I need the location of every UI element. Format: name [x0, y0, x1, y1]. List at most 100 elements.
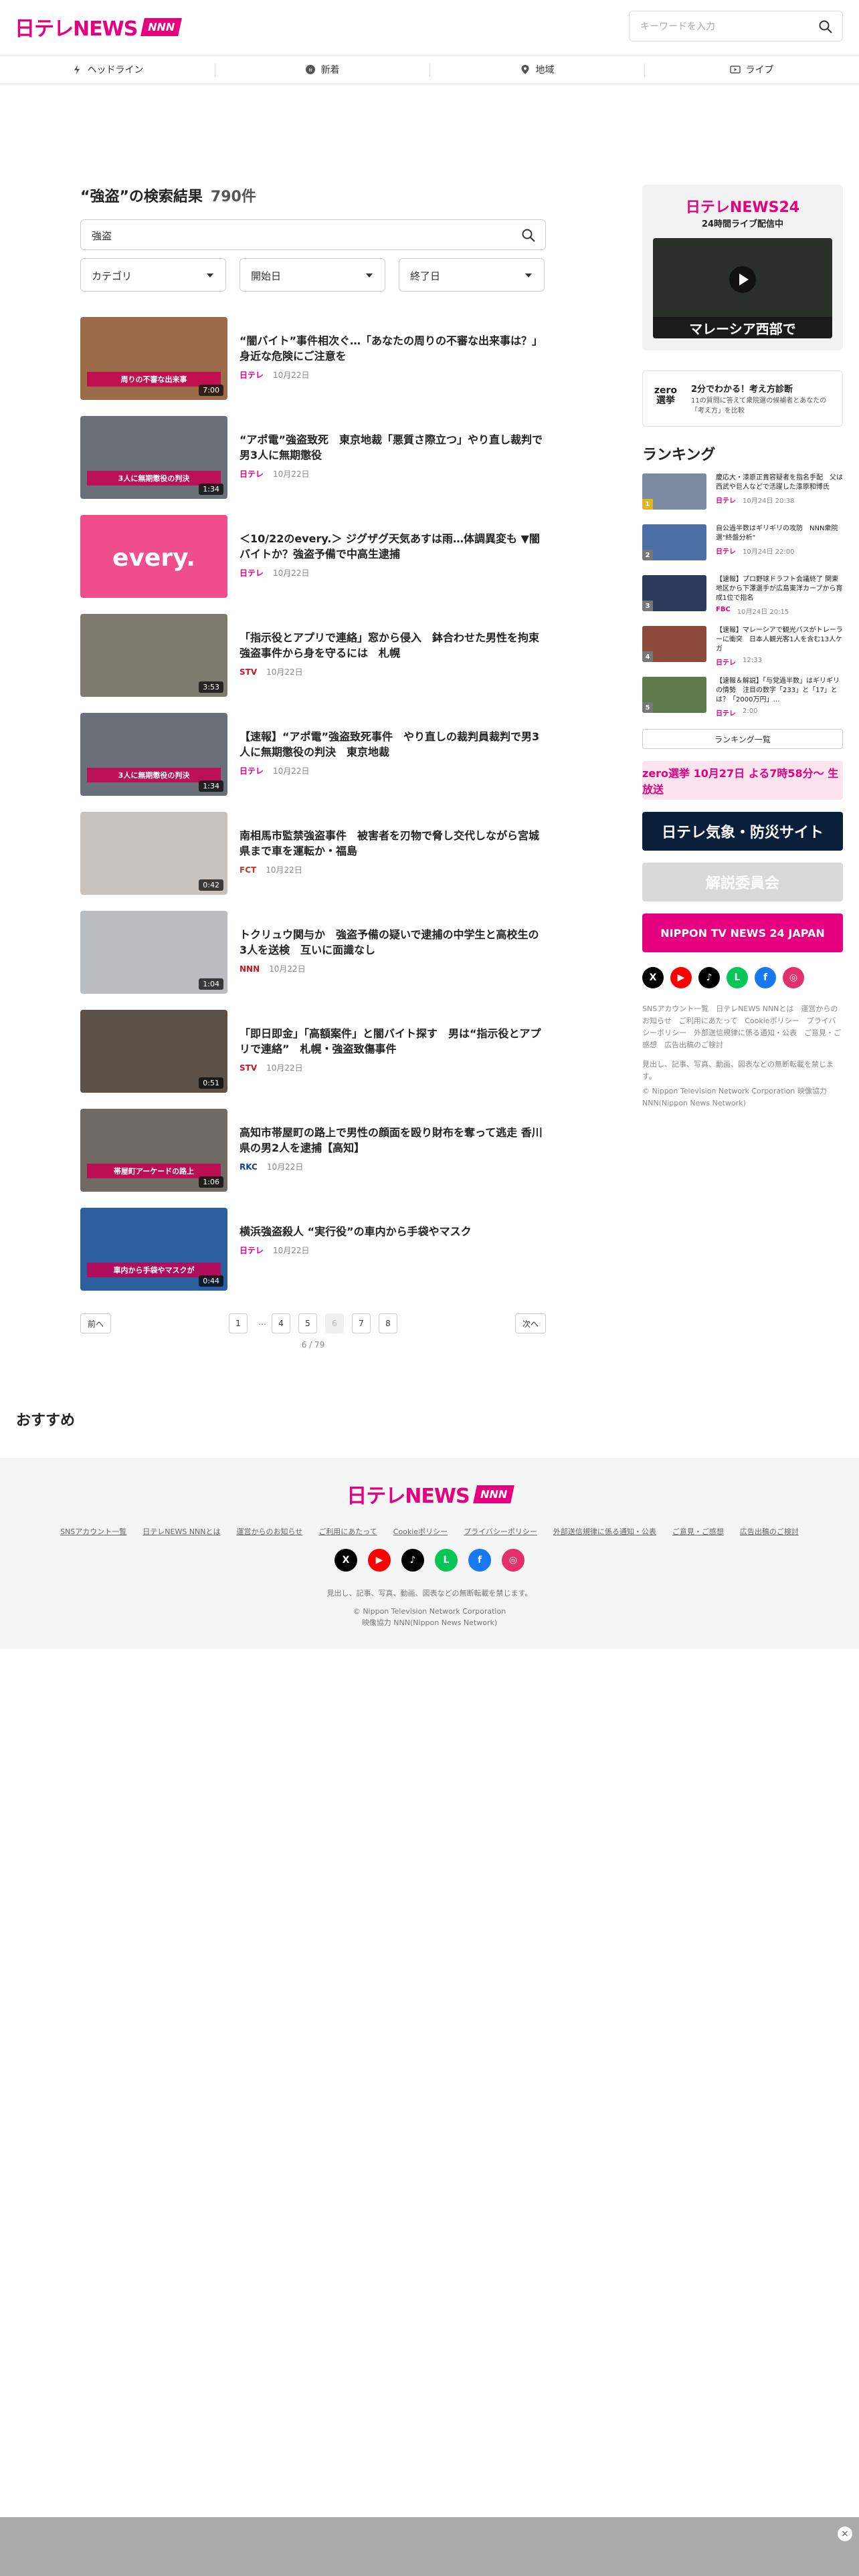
article-item[interactable]: 3:53 「指示役とアプリで連絡」窓から侵入 鉢合わせた男性を拘束 強盗事件から身… — [80, 614, 546, 713]
article-item[interactable]: 3人に無期懲役の判決 1:34 【速報】“アポ電”強盗致死事件 やり直しの裁判員裁判… — [80, 713, 546, 812]
article-thumbnail[interactable]: 周りの不審な出来事 7:00 — [80, 317, 227, 400]
article-thumbnail[interactable]: 3:53 — [80, 614, 227, 697]
article-title[interactable]: 南相馬市監禁強盗事件 被害者を刃物で脅し交代しながら宮城県まで車を運転か・福島 — [240, 828, 545, 859]
article-item[interactable]: 0:42 南相馬市監禁強盗事件 被害者を刃物で脅し交代しながら宮城県まで車を運転か… — [80, 812, 546, 911]
search-icon[interactable] — [521, 228, 536, 243]
ranking-item[interactable]: 2 自公過半数はギリギリの攻防 NNN衆院選"終盤分析" 日テレ 10月24日 22:… — [642, 524, 843, 575]
next-page-button[interactable]: 次へ — [515, 1313, 546, 1333]
live-video[interactable]: マレーシア西部で — [653, 238, 832, 338]
article-title[interactable]: トクリュウ関与か 強盗予備の疑いで逮捕の中学生と高校生の3人を送検 互いに面識な… — [240, 927, 545, 958]
article-thumbnail[interactable]: 1:04 — [80, 911, 227, 994]
end-date-select[interactable]: 終了日 — [399, 258, 545, 292]
article-title[interactable]: 「即日即金」「高額案件」と闇バイト探す 男は“指示役とアプリで連絡” 札幌・強盗… — [240, 1026, 545, 1057]
instagram-icon[interactable]: ◎ — [502, 1549, 524, 1572]
ranking-item[interactable]: 5 【速報＆解説】「与党過半数」はギリギリの情勢 注目の数字「233」と「17」と… — [642, 677, 843, 728]
nav-live[interactable]: ライブ — [644, 56, 859, 84]
footer-link[interactable]: 広告出稿のご検討 — [740, 1526, 799, 1537]
close-icon[interactable]: × — [838, 2527, 852, 2541]
sidebar-links[interactable]: SNSアカウント一覧 日テレNEWS NNNとは 運営からのお知らせ ご利用にあ… — [642, 1003, 843, 1052]
footer-link[interactable]: プライバシーポリシー — [464, 1526, 537, 1537]
page-button[interactable]: 5 — [298, 1313, 317, 1333]
article-thumbnail[interactable]: 車内から手袋やマスクが 0:44 — [80, 1208, 227, 1291]
start-date-select[interactable]: 開始日 — [240, 258, 385, 292]
footer-link[interactable]: ご意見・ご感想 — [672, 1526, 724, 1537]
article-thumbnail[interactable]: 0:42 — [80, 812, 227, 895]
article-thumbnail[interactable]: 3人に無期懲役の判決 1:34 — [80, 416, 227, 499]
category-select[interactable]: カテゴリ — [80, 258, 226, 292]
ranking-more-button[interactable]: ランキング一覧 — [642, 729, 843, 749]
line-icon[interactable]: L — [727, 967, 748, 988]
tiktok-icon[interactable]: ♪ — [698, 967, 720, 988]
nav-headline[interactable]: ヘッドライン — [0, 56, 215, 84]
article-date: 10月22日 — [273, 568, 310, 578]
footer-link[interactable]: 外部送信規律に係る通知・公表 — [553, 1526, 656, 1537]
x-icon[interactable]: X — [642, 967, 664, 988]
ranking-item[interactable]: 4 【速報】マレーシアで観光バスがトレーラーに衝突 日本人観光客1人を含む13人ケ… — [642, 626, 843, 677]
article-title[interactable]: “闇バイト”事件相次ぐ…「あなたの周りの不審な出来事は？」 身近な危険にご注意を — [240, 333, 545, 364]
footer-link[interactable]: 日テレNEWS NNNとは — [142, 1526, 220, 1537]
play-icon[interactable] — [729, 266, 756, 293]
article-thumbnail[interactable]: 3人に無期懲役の判決 1:34 — [80, 713, 227, 796]
prev-page-button[interactable]: 前へ — [80, 1313, 111, 1333]
article-thumbnail[interactable]: every. — [80, 515, 227, 598]
facebook-icon[interactable]: f — [755, 967, 776, 988]
footer-link[interactable]: SNSアカウント一覧 — [60, 1526, 126, 1537]
article-thumbnail[interactable]: 帯屋町アーケードの路上 1:06 — [80, 1109, 227, 1192]
ranking-thumbnail[interactable]: 3 — [642, 575, 706, 611]
ranking-item[interactable]: 1 慶応大・漆原正貴容疑者を指名手配 父は西武や巨人などで活躍した漆原和博氏 日テレ… — [642, 473, 843, 524]
article-title[interactable]: 【速報】“アポ電”強盗致死事件 やり直しの裁判員裁判で男3人に無期懲役の判決 東… — [240, 729, 545, 760]
article-item[interactable]: 車内から手袋やマスクが 0:44 横浜強盗殺人 “実行役”の車内から手袋やマスク 日テ… — [80, 1208, 546, 1307]
ranking-thumbnail[interactable]: 4 — [642, 626, 706, 662]
site-logo[interactable]: 日テレNEWS NNN — [15, 13, 183, 41]
article-title[interactable]: “アポ電”強盗致死 東京地裁「悪質さ際立つ」やり直し裁判で男3人に無期懲役 — [240, 432, 545, 463]
article-item[interactable]: 帯屋町アーケードの路上 1:06 高知市帯屋町の路上で男性の顔面を殴り財布を奪って逃… — [80, 1109, 546, 1208]
page-button[interactable]: 1 — [229, 1313, 248, 1333]
footer-link[interactable]: 運営からのお知らせ — [237, 1526, 303, 1537]
instagram-icon[interactable]: ◎ — [783, 967, 804, 988]
article-title[interactable]: 横浜強盗殺人 “実行役”の車内から手袋やマスク — [240, 1224, 545, 1239]
article-item[interactable]: 3人に無期懲役の判決 1:34 “アポ電”強盗致死 東京地裁「悪質さ際立つ」やり直し… — [80, 416, 546, 515]
x-icon[interactable]: X — [335, 1549, 357, 1572]
line-icon[interactable]: L — [435, 1549, 458, 1572]
page-button[interactable]: 4 — [272, 1313, 290, 1333]
promo-banner[interactable]: zero選挙 10月27日 よる7時58分～ 生放送 — [642, 761, 843, 800]
ranking-title[interactable]: 【速報＆解説】「与党過半数」はギリギリの情勢 注目の数字「233」と「17」とは… — [716, 677, 843, 705]
article-item[interactable]: 周りの不審な出来事 7:00 “闇バイト”事件相次ぐ…「あなたの周りの不審な出来事は… — [80, 317, 546, 416]
footer-logo[interactable]: 日テレNEWS NNN — [0, 1479, 859, 1509]
article-item[interactable]: every. ＜10/22のevery.＞ ジグザグ天気あすは雨…体調異変も ▼闇… — [80, 515, 546, 614]
page-button[interactable]: 7 — [352, 1313, 371, 1333]
search-input[interactable] — [640, 18, 807, 35]
youtube-icon[interactable]: ▶ — [368, 1549, 391, 1572]
ranking-thumbnail[interactable]: 2 — [642, 524, 706, 560]
promo-banner[interactable]: 解説委員会 — [642, 863, 843, 901]
ranking-thumbnail[interactable]: 5 — [642, 677, 706, 713]
footer-link[interactable]: Cookieポリシー — [393, 1526, 448, 1537]
query-field[interactable]: 強盗 — [80, 219, 546, 250]
nav-new[interactable]: N 新着 — [215, 56, 430, 84]
search-icon[interactable] — [818, 19, 833, 34]
article-item[interactable]: 0:51 「即日即金」「高額案件」と闇バイト探す 男は“指示役とアプリで連絡” 札… — [80, 1010, 546, 1109]
article-title[interactable]: ＜10/22のevery.＞ ジグザグ天気あすは雨…体調異変も ▼闇バイトか？強… — [240, 531, 545, 562]
facebook-icon[interactable]: f — [468, 1549, 491, 1572]
ranking-item[interactable]: 3 【速報】プロ野球ドラフト会議終了 関東地区から下澤選手が広島東洋カープから育成… — [642, 575, 843, 626]
ranking-thumbnail[interactable]: 1 — [642, 473, 706, 510]
chevron-down-icon — [525, 274, 532, 278]
ranking-title[interactable]: 自公過半数はギリギリの攻防 NNN衆院選"終盤分析" — [716, 524, 843, 543]
article-thumbnail[interactable]: 0:51 — [80, 1010, 227, 1093]
ranking-title[interactable]: 慶応大・漆原正貴容疑者を指名手配 父は西武や巨人などで活躍した漆原和博氏 — [716, 473, 843, 492]
promo-banner[interactable]: NIPPON TV NEWS 24 JAPAN — [642, 914, 843, 952]
tiktok-icon[interactable]: ♪ — [401, 1549, 424, 1572]
ranking-title[interactable]: 【速報】プロ野球ドラフト会議終了 関東地区から下澤選手が広島東洋カープから育成1… — [716, 575, 843, 603]
article-item[interactable]: 1:04 トクリュウ関与か 強盗予備の疑いで逮捕の中学生と高校生の3人を送検 互い… — [80, 911, 546, 1010]
article-title[interactable]: 高知市帯屋町の路上で男性の顔面を殴り財布を奪って逃走 香川県の男2人を逮捕【高知… — [240, 1125, 545, 1156]
promo-banner[interactable]: 日テレ気象・防災サイト — [642, 812, 843, 851]
live-stream-box[interactable]: 日テレNEWS24 24時間ライブ配信中 マレーシア西部で — [642, 185, 843, 350]
ranking-title[interactable]: 【速報】マレーシアで観光バスがトレーラーに衝突 日本人観光客1人を含む13人ケガ — [716, 626, 843, 654]
page-button[interactable]: 8 — [379, 1313, 397, 1333]
nav-region[interactable]: 地域 — [430, 56, 644, 84]
ranking-body: 自公過半数はギリギリの攻防 NNN衆院選"終盤分析" 日テレ 10月24日 22:0… — [716, 524, 843, 575]
zero-diagnosis-card[interactable]: zero選挙 2分でわかる！考え方診断 11の質問に答えて衆院選の候補者とあなた… — [642, 370, 843, 427]
article-title[interactable]: 「指示役とアプリで連絡」窓から侵入 鉢合わせた男性を拘束 強盗事件から身を守るに… — [240, 630, 545, 661]
youtube-icon[interactable]: ▶ — [670, 967, 692, 988]
footer-link[interactable]: ご利用にあたって — [318, 1526, 377, 1537]
